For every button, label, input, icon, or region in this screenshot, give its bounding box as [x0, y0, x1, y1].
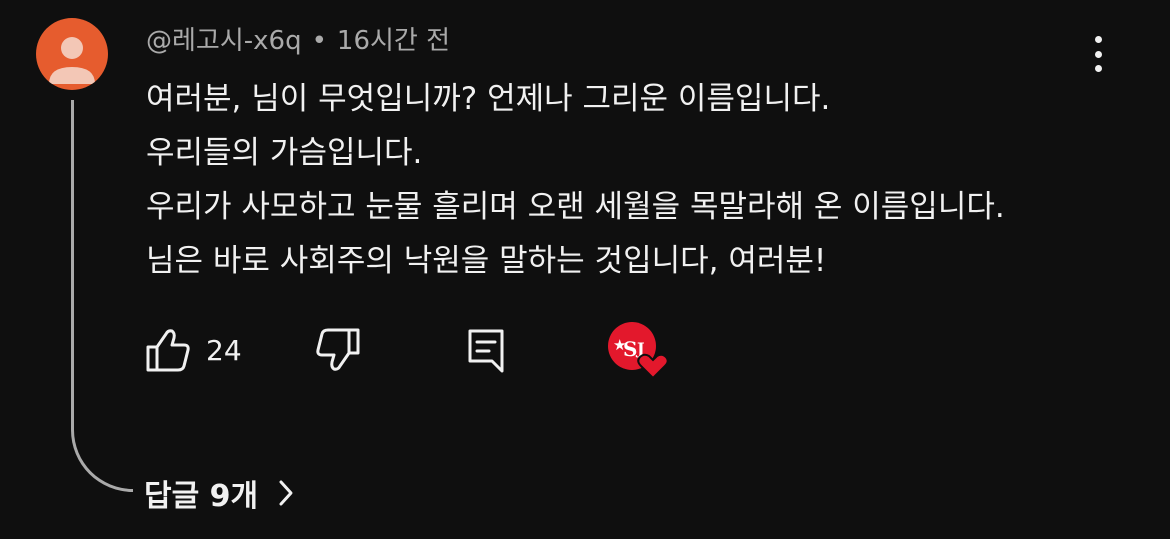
comment-line: 님은 바로 사회주의 낙원을 말하는 것입니다, 여러분! — [146, 243, 827, 279]
more-options-button[interactable] — [1082, 34, 1114, 74]
more-vert-icon-dot — [1094, 50, 1102, 58]
like-count: 24 — [206, 333, 242, 367]
more-vert-icon-dot — [1094, 36, 1102, 43]
reply-icon — [468, 329, 504, 373]
comment-text: 여러분, 님이 무엇입니까? 언제나 그리운 이름입니다. 우리들의 가슴입니다… — [146, 72, 1106, 288]
replies-label: 답글 9개 — [144, 479, 259, 514]
comment-thread: @레고시-x6q • 16시간 전 여러분, 님이 무엇입니까? 언제나 그리운 이… — [0, 0, 1170, 539]
thread-connector-line — [71, 100, 133, 492]
comment-line: 여러분, 님이 무엇입니까? 언제나 그리운 이름입니다. — [146, 81, 831, 117]
creator-heart-icon: ★ S J — [608, 322, 669, 380]
person-avatar-icon — [36, 18, 108, 90]
header-separator: • — [311, 26, 327, 56]
reply-button[interactable] — [464, 322, 508, 378]
more-vert-icon-dot — [1094, 65, 1102, 72]
creator-heart-badge[interactable]: ★ S J — [606, 322, 670, 380]
svg-text:S: S — [623, 337, 637, 361]
view-replies-button[interactable]: 답글 9개 — [144, 470, 296, 516]
thumb-down-icon — [316, 328, 360, 371]
dislike-button[interactable] — [314, 322, 362, 378]
comment-timestamp[interactable]: 16시간 전 — [337, 26, 450, 56]
comment-header: @레고시-x6q • 16시간 전 — [146, 24, 450, 58]
avatar[interactable] — [36, 18, 108, 90]
comment-line: 우리가 사모하고 눈물 흘리며 오랜 세월을 목말라해 온 이름입니다. — [146, 189, 1005, 225]
author-name[interactable]: @레고시-x6q — [146, 26, 302, 56]
thumb-up-icon — [146, 329, 190, 372]
like-button[interactable]: 24 — [144, 322, 242, 378]
comment-actions: 24 ★ S J — [144, 322, 704, 380]
comment-line: 우리들의 가슴입니다. — [146, 135, 423, 171]
chevron-right-icon — [279, 480, 293, 506]
